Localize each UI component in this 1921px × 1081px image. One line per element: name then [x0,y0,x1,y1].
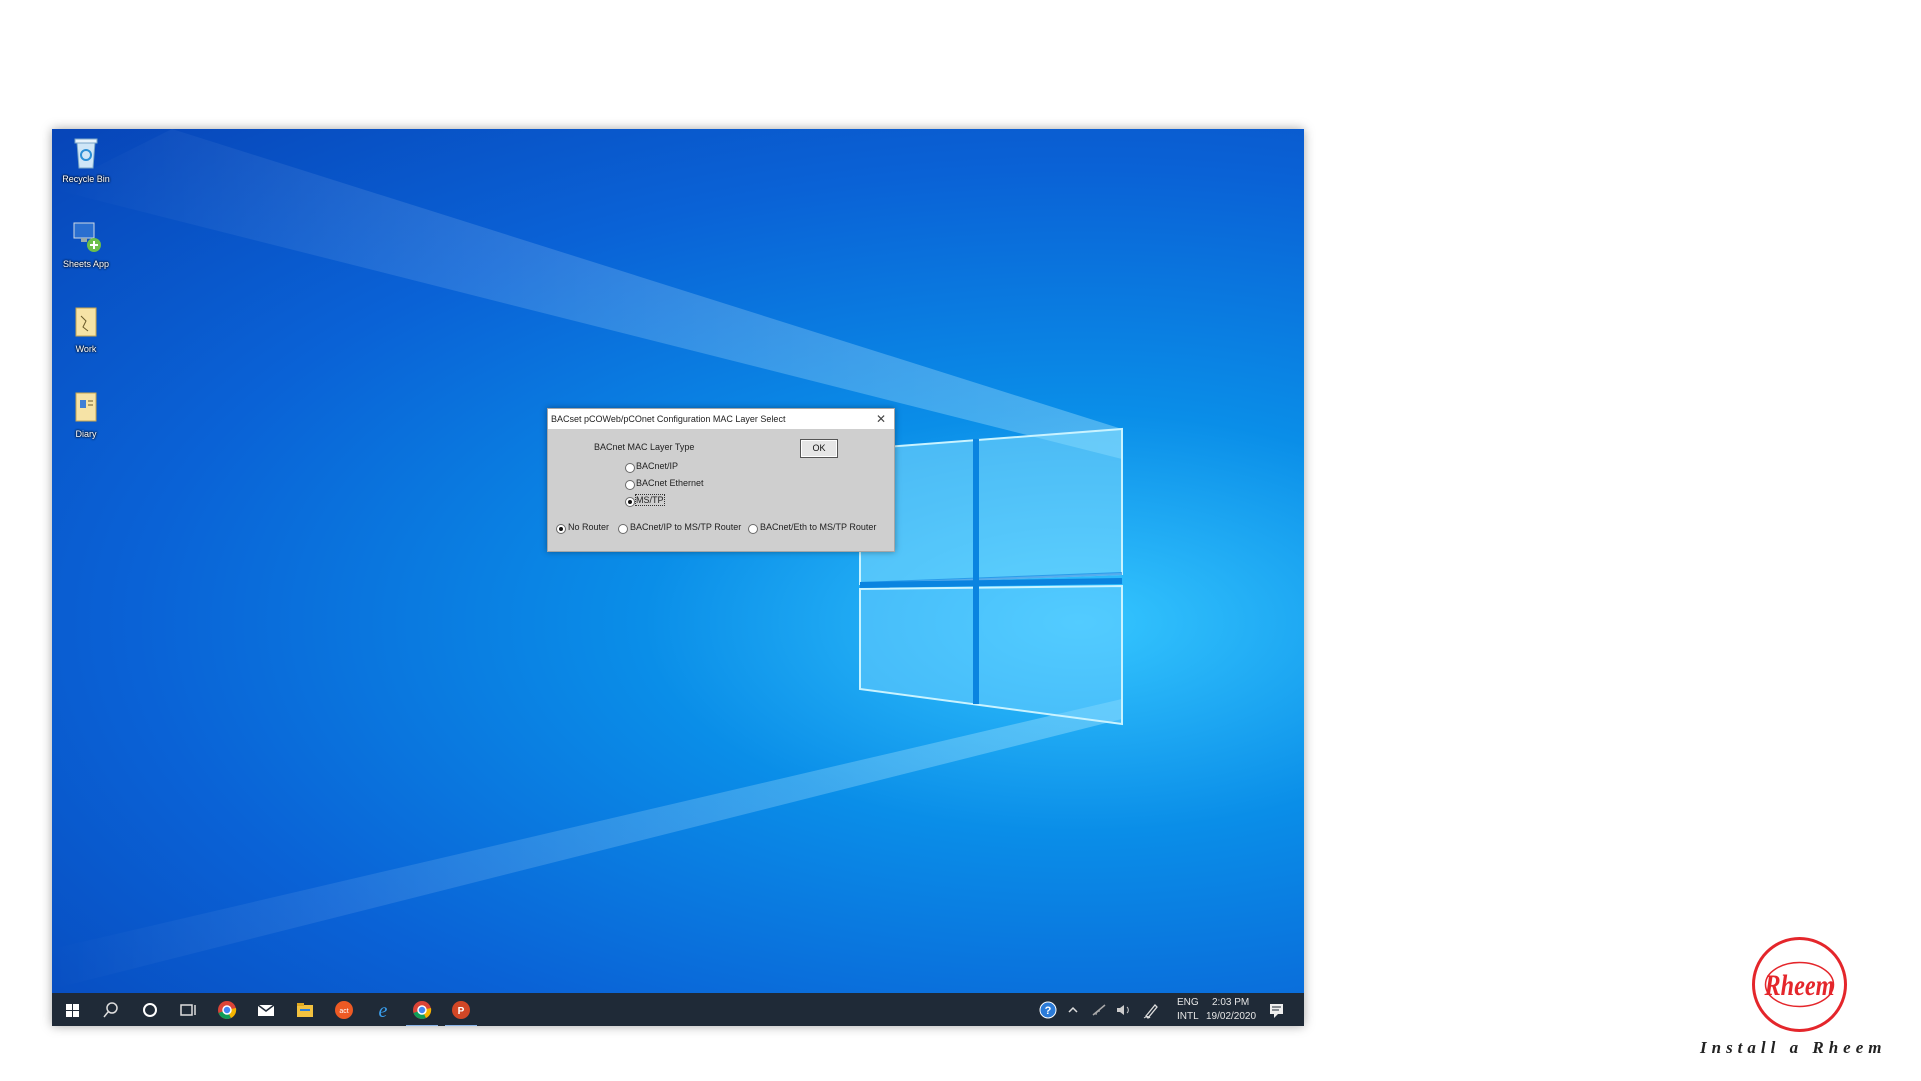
language-indicator[interactable]: ENG [1177,997,1199,1008]
keyboard-layout-indicator[interactable]: INTL [1177,1011,1199,1022]
windows-wallpaper [52,129,1123,989]
desktop: Recycle Bin Sheets App Work Diary BACset… [52,129,1304,993]
desktop-icon-recycle-bin[interactable]: Recycle Bin [58,134,114,184]
folder-icon [70,389,102,427]
svg-text:Rheem: Rheem [1764,969,1835,1002]
desktop-icon-diary[interactable]: Diary [58,389,114,439]
file-explorer-icon[interactable] [294,999,316,1021]
pen-workspace-icon[interactable] [1140,999,1162,1021]
powerpoint-icon[interactable]: P [445,999,477,1026]
search-icon[interactable] [100,999,122,1021]
chevron-up-icon[interactable] [1062,999,1084,1021]
svg-text:P: P [458,1006,465,1017]
notifications-icon[interactable] [1265,999,1287,1021]
screenshot-frame: Recycle Bin Sheets App Work Diary BACset… [52,129,1304,1026]
mac-option-label: MS/TP [635,494,665,506]
radio-button[interactable] [748,524,758,534]
rheem-logo: Rheem [1750,935,1849,1034]
close-icon[interactable]: ✕ [876,412,886,426]
svg-text:e: e [379,1000,388,1021]
remote-computer-icon [70,219,102,257]
mac-option-label: BACnet/IP [636,461,679,471]
radio-button[interactable] [618,524,628,534]
ok-button[interactable]: OK [800,439,838,458]
cortana-icon[interactable] [139,999,161,1021]
mac-layer-select-dialog: BACset pCOWeb/pCOnet Configuration MAC L… [547,408,895,552]
recycle-bin-icon [70,134,102,172]
task-view-icon[interactable] [177,999,199,1021]
folder-icon [70,304,102,342]
tagline: Install a Rheem [1700,1038,1887,1057]
radio-button-selected[interactable] [625,497,635,507]
desktop-icon-label: Diary [75,429,97,439]
radio-button[interactable] [625,463,635,473]
radio-button-selected[interactable] [556,524,566,534]
svg-text:act: act [339,1008,348,1015]
desktop-icon-label: Work [75,344,97,354]
edge-icon[interactable]: e [372,999,394,1022]
radio-button[interactable] [625,480,635,490]
volume-icon[interactable] [1112,999,1134,1021]
desktop-icon-work[interactable]: Work [58,304,114,354]
desktop-icon-label: Sheets App [62,259,110,269]
dialog-titlebar[interactable]: BACset pCOWeb/pCOnet Configuration MAC L… [548,409,894,429]
dialog-title: BACset pCOWeb/pCOnet Configuration MAC L… [551,414,786,424]
app-icon[interactable]: act [333,999,355,1021]
chrome-icon[interactable] [406,999,438,1026]
router-option-label: BACnet/Eth to MS/TP Router [760,522,877,532]
clock-time[interactable]: 2:03 PM [1212,997,1249,1008]
desktop-icon-label: Recycle Bin [62,174,110,184]
mac-option-label: BACnet Ethernet [636,478,704,488]
router-option-label: No Router [568,522,610,532]
start-icon[interactable] [62,999,84,1021]
mail-icon[interactable] [255,999,277,1021]
desktop-icon-sheets-app[interactable]: Sheets App [58,219,114,269]
mac-layer-type-label: BACnet MAC Layer Type [594,442,695,452]
chrome-icon[interactable] [216,999,238,1021]
help-icon[interactable]: ? [1037,999,1059,1021]
router-option-label: BACnet/IP to MS/TP Router [630,522,742,532]
svg-text:?: ? [1045,1005,1052,1017]
network-icon[interactable] [1088,999,1110,1021]
taskbar: act e P ? ENG INTL 2:03 PM 19/02/2020 [52,993,1304,1026]
clock-date[interactable]: 19/02/2020 [1206,1011,1256,1022]
